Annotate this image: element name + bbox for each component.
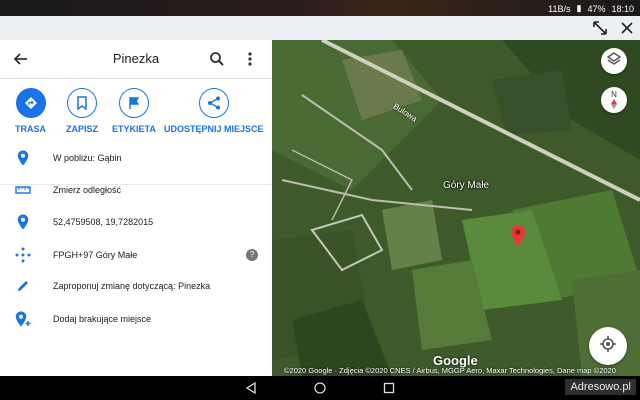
label-label: ETYKIETA: [112, 124, 156, 134]
nearby-row[interactable]: W pobliżu: Gąbin: [0, 144, 272, 172]
satellite-map[interactable]: Bulowa Góry Małe N Google ©2020 Google ·…: [272, 40, 640, 376]
add-place-row[interactable]: Dodaj brakujące miejsce: [0, 305, 272, 333]
compass-north-label: N: [611, 90, 617, 99]
home-nav-icon[interactable]: [312, 380, 328, 396]
page-title: Pinezka: [112, 51, 160, 66]
recents-nav-icon[interactable]: [381, 380, 397, 396]
suggest-edit-text: Zaproponuj zmianę dotyczącą: Pinezka: [53, 281, 211, 291]
status-bar: 11B/s ▮ 47% 18:10: [0, 0, 640, 16]
plus-code-text: FPGH+97 Góry Małe: [53, 250, 138, 260]
save-label: ZAPISZ: [66, 124, 99, 134]
clock: 18:10: [611, 3, 634, 14]
measure-distance-text: Zmierz odległość: [53, 185, 122, 195]
location-pin-icon: [14, 213, 32, 231]
android-nav-bar: Adresowo.pl: [0, 376, 640, 400]
plus-code-row[interactable]: FPGH+97 Góry Małe ?: [0, 241, 272, 269]
pencil-icon: [14, 277, 32, 295]
search-icon[interactable]: [207, 49, 227, 69]
help-icon[interactable]: ?: [246, 249, 258, 261]
suggest-edit-row[interactable]: Zaproponuj zmianę dotyczącą: Pinezka: [0, 272, 272, 300]
back-nav-icon[interactable]: [243, 380, 259, 396]
measure-distance-row[interactable]: Zmierz odległość: [0, 176, 272, 204]
directions-label: TRASA: [15, 124, 46, 134]
compass-icon: N: [610, 91, 618, 109]
my-location-icon: [599, 335, 617, 358]
place-panel: Pinezka TRASA ZAPISZ ETYKIETA UDOSTĘPNIJ…: [0, 40, 272, 376]
close-icon[interactable]: [616, 18, 638, 38]
directions-button[interactable]: TRASA: [15, 88, 46, 134]
battery-icon: ▮: [576, 3, 582, 13]
nearby-text: W pobliżu: Gąbin: [53, 153, 122, 163]
plus-code-icon: [14, 246, 32, 264]
more-vertical-icon[interactable]: [240, 49, 260, 69]
my-location-button[interactable]: [589, 327, 627, 365]
add-place-icon: [14, 310, 32, 328]
compass-button[interactable]: N: [601, 87, 627, 113]
panel-header: Pinezka: [0, 40, 272, 79]
save-button[interactable]: ZAPISZ: [66, 88, 98, 134]
window-control-bar: [0, 16, 640, 40]
satellite-imagery: [272, 40, 640, 376]
share-label: UDOSTĘPNIJ MIEJSCE: [164, 124, 264, 134]
coordinates-text: 52,4759508, 19,7282015: [53, 217, 154, 227]
battery-level: 47%: [587, 3, 606, 14]
layers-icon: [606, 51, 622, 72]
status-icons: 11B/s ▮ 47% 18:10: [548, 3, 634, 14]
add-place-text: Dodaj brakujące miejsce: [53, 314, 152, 324]
label-button[interactable]: ETYKIETA: [112, 88, 156, 134]
watermark: Adresowo.pl: [565, 379, 636, 395]
share-icon: [198, 88, 229, 118]
flag-icon: [118, 88, 149, 118]
bookmark-icon: [67, 88, 97, 118]
layers-button[interactable]: [601, 48, 627, 74]
directions-icon: [15, 88, 46, 118]
map-attribution[interactable]: ©2020 Google · Zdjęcia ©2020 CNES / Airb…: [284, 366, 616, 375]
map-pin-icon[interactable]: [510, 224, 526, 253]
location-pin-icon: [14, 149, 32, 167]
share-button[interactable]: UDOSTĘPNIJ MIEJSCE: [164, 88, 264, 134]
expand-diagonal-icon[interactable]: [589, 18, 611, 38]
ruler-icon: [14, 181, 32, 199]
village-label: Góry Małe: [443, 180, 490, 191]
coordinates-row[interactable]: 52,4759508, 19,7282015: [0, 208, 272, 236]
network-speed: 11B/s: [548, 3, 571, 14]
